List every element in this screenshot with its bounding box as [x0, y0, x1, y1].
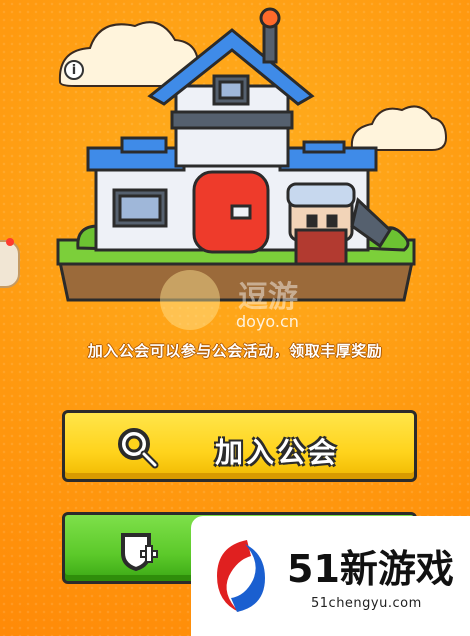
- site-url: 51chengyu.com: [311, 596, 422, 611]
- shield-plus-icon: [121, 533, 158, 572]
- join-guild-button[interactable]: 加入公会: [62, 410, 417, 482]
- site-watermark-card: 51新游戏 51chengyu.com: [191, 516, 470, 636]
- doyo-watermark-url: doyo.cn: [236, 312, 299, 331]
- cloud-right: [350, 105, 448, 151]
- join-guild-label: 加入公会: [215, 436, 340, 469]
- search-icon: [118, 428, 159, 469]
- site-name: 51新游戏: [287, 547, 454, 591]
- doyo-logo-watermark: [160, 270, 220, 330]
- side-menu-tab[interactable]: [0, 238, 20, 288]
- doyo-watermark-name: 逗游: [238, 280, 298, 315]
- guild-description: 加入公会可以参与公会活动，领取丰厚奖励: [87, 342, 383, 360]
- notification-dot: [6, 238, 14, 246]
- info-button[interactable]: i: [64, 60, 84, 80]
- guild-house-illustration: [56, 7, 448, 302]
- site-logo: [217, 540, 265, 612]
- info-icon: i: [71, 62, 77, 78]
